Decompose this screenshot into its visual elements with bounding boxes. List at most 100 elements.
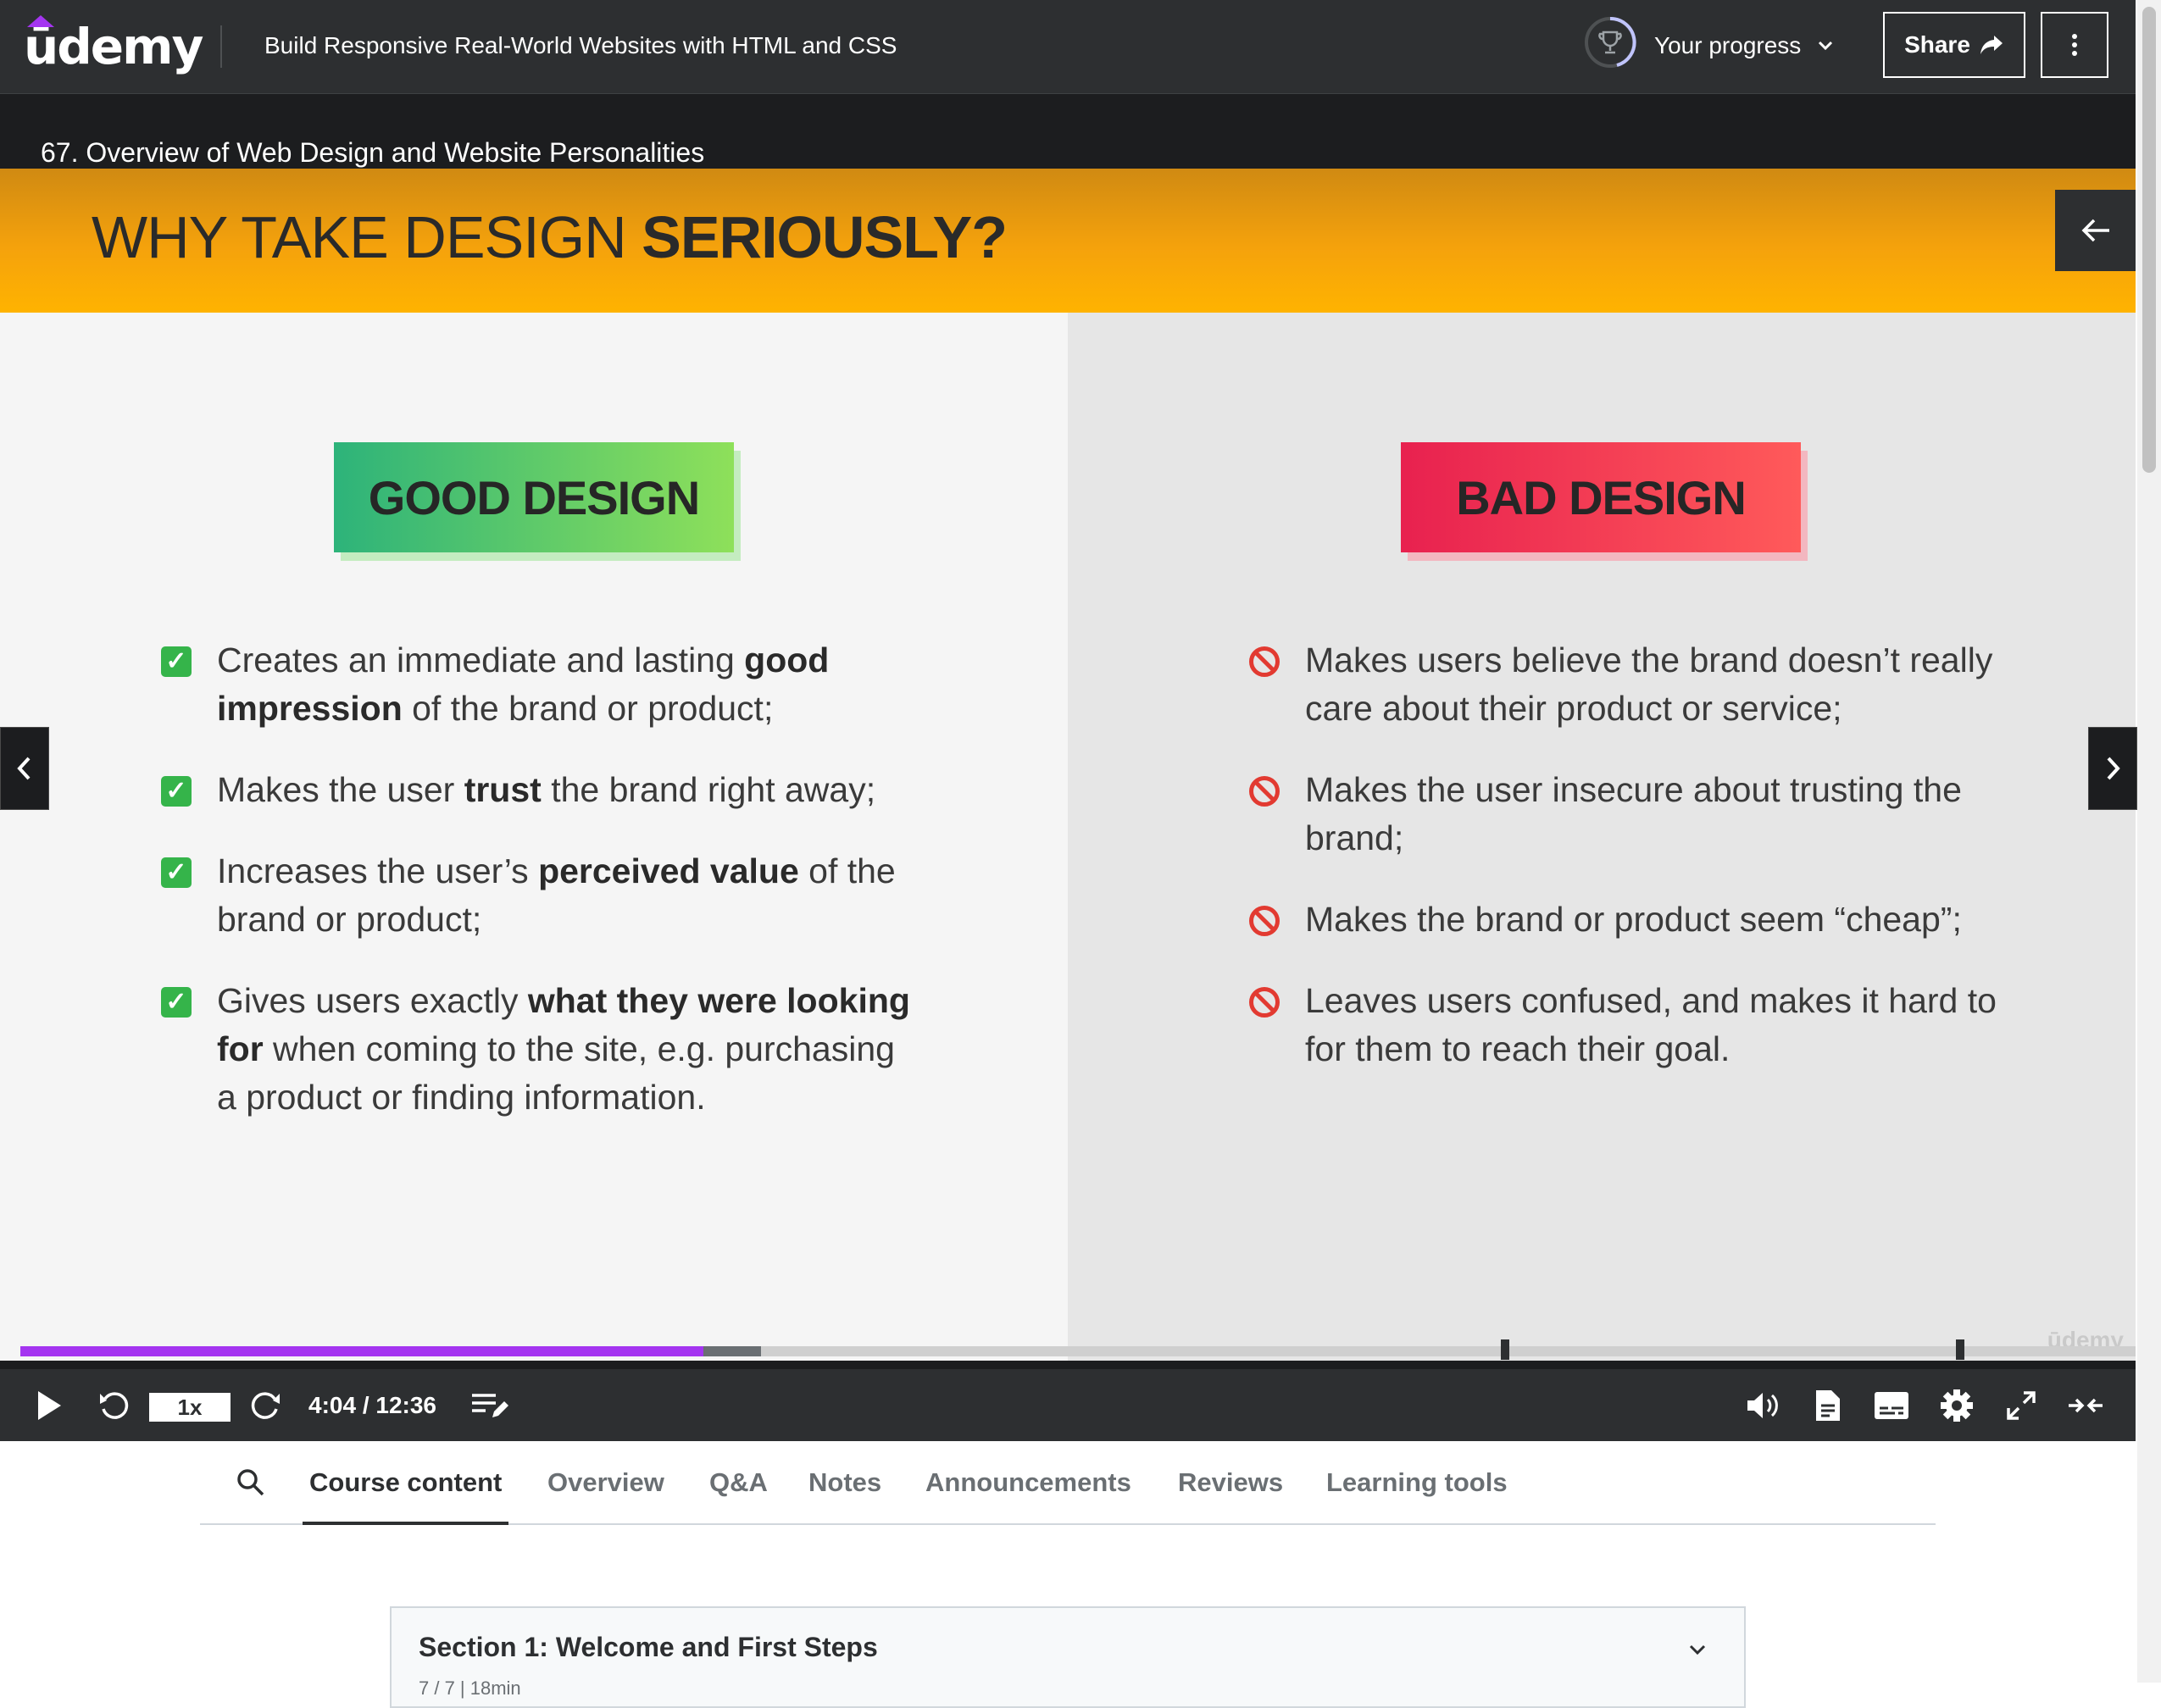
video-player[interactable]: 67. Overview of Web Design and Website P… [0, 94, 2137, 1441]
good-item-text: the brand right away; [541, 770, 876, 809]
course-title[interactable]: Build Responsive Real-World Websites wit… [264, 29, 897, 63]
play-button[interactable] [25, 1369, 73, 1441]
good-item-text: Makes the user [217, 770, 464, 809]
slide-frame: WHY TAKE DESIGN SERIOUSLY? GOOD DESIGN B… [0, 169, 2136, 1361]
captions-button[interactable] [1871, 1369, 1912, 1441]
back-arrow-icon [2081, 219, 2109, 242]
prev-icon [17, 757, 31, 780]
captions-icon [1875, 1391, 1908, 1419]
bad-design-badge: BAD DESIGN [1401, 442, 1801, 552]
udemy-logo[interactable]: ūdemy [24, 15, 203, 76]
bad-item-text: Makes the user insecure about trusting t… [1305, 770, 1962, 857]
rewind-button[interactable] [92, 1369, 136, 1441]
list-item: Makes the user insecure about trusting t… [1246, 766, 2008, 862]
slide-heading: WHY TAKE DESIGN SERIOUSLY? [92, 199, 1008, 275]
prohibited-icon [1249, 646, 1280, 677]
list-item: ✓ Gives users exactly what they were look… [158, 977, 920, 1122]
tab-notes[interactable]: Notes [808, 1442, 881, 1523]
lecture-title: 67. Overview of Web Design and Website P… [41, 137, 705, 168]
fullscreen-icon [2007, 1390, 2036, 1420]
tab-learning-tools[interactable]: Learning tools [1326, 1442, 1508, 1523]
course-tabs: Course content Overview Q&A Notes Announ… [200, 1442, 1936, 1525]
fullscreen-button[interactable] [2002, 1369, 2041, 1441]
volume-icon [1747, 1392, 1778, 1418]
share-label: Share [1904, 31, 1970, 58]
prohibited-icon [1249, 906, 1280, 936]
good-item-emphasis: trust [464, 770, 542, 809]
trophy-icon[interactable] [1583, 15, 1637, 69]
playlist-icon [472, 1393, 508, 1417]
bad-design-list: Makes users believe the brand doesn’t re… [1246, 636, 2008, 1106]
checkmark-icon: ✓ [161, 776, 192, 807]
add-note-button[interactable] [468, 1369, 512, 1441]
exit-theatre-button[interactable] [2064, 1369, 2107, 1441]
section-title: Section 1: Welcome and First Steps [419, 1632, 878, 1662]
volume-button[interactable] [1742, 1369, 1785, 1441]
seek-progress [20, 1346, 704, 1356]
checkmark-icon: ✓ [161, 646, 192, 677]
tab-announcements[interactable]: Announcements [925, 1442, 1131, 1523]
settings-button[interactable] [1937, 1369, 1976, 1441]
prohibited-icon [1249, 776, 1280, 807]
section-accordion[interactable]: Section 1: Welcome and First Steps 7 / 7… [390, 1606, 1746, 1708]
share-button[interactable]: Share [1883, 12, 2025, 78]
forward-button[interactable] [244, 1369, 288, 1441]
more-vertical-icon [2072, 34, 2077, 56]
bad-item-text: Leaves users confused, and makes it hard… [1305, 981, 1997, 1068]
good-item-text: Increases the user’s [217, 851, 539, 890]
prohibited-icon [1249, 987, 1280, 1018]
bad-item-text: Makes users believe the brand doesn’t re… [1305, 640, 1993, 728]
transcript-icon [1816, 1389, 1840, 1421]
good-item-emphasis: perceived value [538, 851, 799, 890]
next-icon [2107, 757, 2120, 780]
transcript-button[interactable] [1808, 1369, 1847, 1441]
list-item: ✓ Creates an immediate and lasting good i… [158, 636, 920, 733]
list-item: ✓ Makes the user trust the brand right aw… [158, 766, 920, 814]
rewind-icon [100, 1391, 129, 1419]
previous-lecture-button[interactable] [0, 727, 49, 810]
share-arrow-icon [1980, 36, 2003, 54]
progress-label[interactable]: Your progress [1654, 29, 1801, 63]
chapter-marker[interactable] [1501, 1339, 1510, 1360]
play-icon [38, 1390, 61, 1420]
collapse-icon [2069, 1398, 2103, 1412]
section-subtitle: 7 / 7 | 18min [419, 1678, 521, 1699]
list-item: Leaves users confused, and makes it hard… [1246, 977, 2008, 1073]
chapter-marker[interactable] [1955, 1339, 1964, 1360]
forward-icon [251, 1391, 280, 1419]
tab-reviews[interactable]: Reviews [1178, 1442, 1283, 1523]
bad-item-text: Makes the brand or product seem “cheap”; [1305, 900, 1962, 939]
slide-heading-bold: SERIOUSLY? [642, 204, 1008, 270]
checkmark-icon: ✓ [161, 857, 192, 888]
seek-bar[interactable] [20, 1339, 2136, 1360]
good-item-text: of the brand or product; [402, 689, 774, 728]
logo-cap [27, 15, 54, 27]
slide-banner: WHY TAKE DESIGN SERIOUSLY? [0, 169, 2136, 313]
page-scrollbar[interactable] [2137, 0, 2161, 1683]
header-divider [220, 25, 222, 68]
control-bar: 1x 4:04 / 12:36 [0, 1369, 2136, 1441]
good-item-text: when coming to the site, e.g. purchasing… [217, 1029, 895, 1117]
chevron-down-icon[interactable] [1814, 34, 1837, 58]
list-item: Makes the brand or product seem “cheap”; [1246, 896, 2008, 944]
tab-overview[interactable]: Overview [547, 1442, 664, 1523]
more-options-button[interactable] [2041, 12, 2108, 78]
scrollbar-thumb[interactable] [2142, 7, 2156, 473]
timecode: 4:04 / 12:36 [308, 1392, 436, 1418]
tab-course-content[interactable]: Course content [302, 1442, 509, 1525]
slide-heading-normal: WHY TAKE DESIGN [92, 204, 642, 270]
collapse-sidebar-button[interactable] [2055, 190, 2136, 271]
checkmark-icon: ✓ [161, 987, 192, 1018]
top-header: ūdemy Build Responsive Real-World Websit… [0, 0, 2136, 95]
good-item-text: Creates an immediate and lasting [217, 640, 745, 679]
chevron-down-icon[interactable] [1685, 1637, 1710, 1662]
next-lecture-button[interactable] [2088, 727, 2137, 810]
good-design-badge: GOOD DESIGN [334, 442, 734, 552]
playback-speed-button[interactable]: 1x [149, 1393, 231, 1422]
search-icon[interactable] [234, 1466, 268, 1500]
settings-icon [1941, 1389, 1973, 1422]
tab-qa[interactable]: Q&A [709, 1442, 768, 1523]
good-design-list: ✓ Creates an immediate and lasting good i… [158, 636, 920, 1155]
list-item: Makes users believe the brand doesn’t re… [1246, 636, 2008, 733]
list-item: ✓ Increases the user’s perceived value of… [158, 847, 920, 944]
